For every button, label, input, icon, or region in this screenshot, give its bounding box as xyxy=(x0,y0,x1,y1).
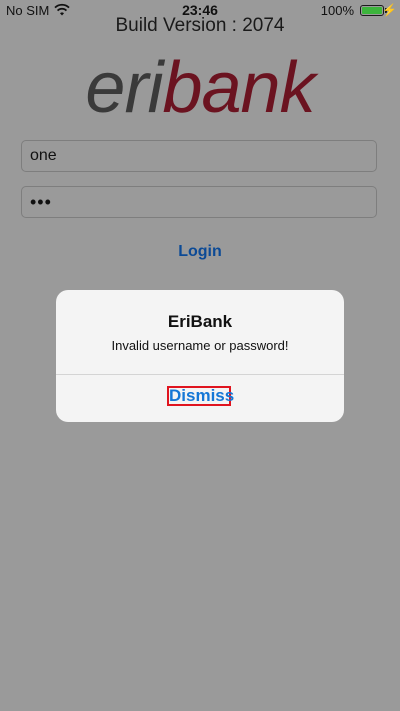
login-button[interactable]: Login xyxy=(150,240,250,264)
password-field[interactable]: ••• xyxy=(21,186,377,218)
logo-eri: eri xyxy=(85,48,163,128)
build-version-label: Build Version : 2074 xyxy=(115,15,285,36)
alert-divider xyxy=(56,374,344,375)
alert-dialog: EriBank Invalid username or password! Di… xyxy=(56,290,344,422)
username-field[interactable]: one xyxy=(21,140,377,172)
logo-bank: bank xyxy=(162,48,315,128)
eribank-logo: eribank xyxy=(0,52,400,124)
alert-title: EriBank xyxy=(167,312,233,331)
dismiss-button[interactable]: Dismiss xyxy=(167,386,234,406)
alert-message: Invalid username or password! xyxy=(111,338,289,353)
